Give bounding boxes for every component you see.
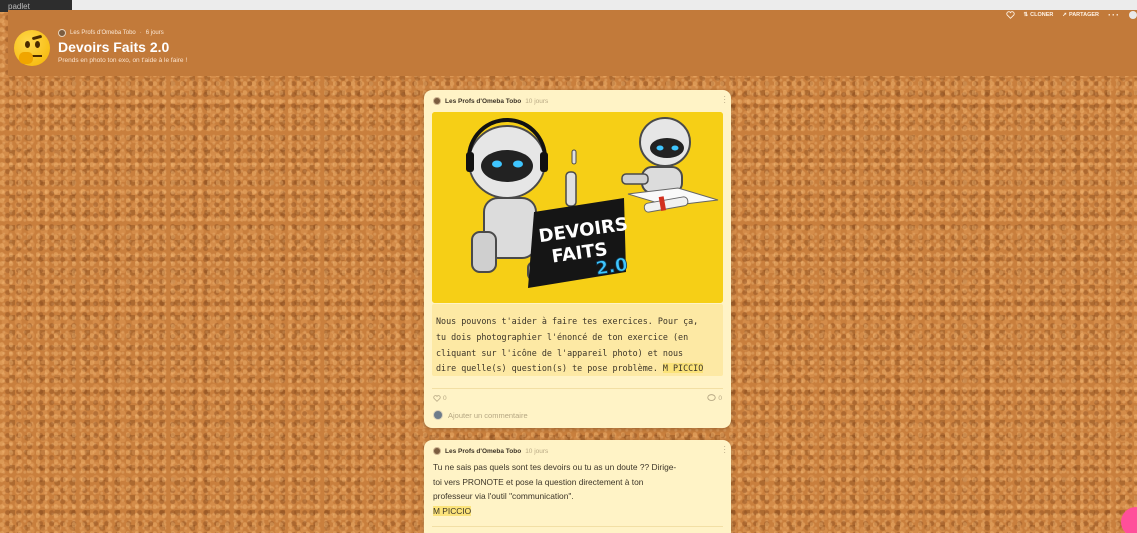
add-comment-row[interactable]: Ajouter un commentaire: [433, 410, 528, 420]
like-count: 0: [443, 394, 447, 402]
account-avatar[interactable]: [1129, 11, 1137, 19]
board-meta: Les Profs d'Omeba Tobo · 6 jours: [58, 29, 164, 37]
board-author[interactable]: Les Profs d'Omeba Tobo: [70, 30, 136, 36]
comment-count: 0: [718, 394, 722, 402]
post-footer: 0 0: [433, 394, 722, 402]
comment-count-button[interactable]: 0: [707, 394, 722, 402]
share-label: PARTAGER: [1068, 12, 1099, 18]
post-menu-icon[interactable]: · · ·: [723, 443, 726, 457]
post-age: 10 jours: [525, 447, 549, 455]
post-body-line: dire quelle(s) question(s) te pose probl…: [436, 361, 721, 377]
clone-label: CLONER: [1030, 12, 1054, 18]
post-menu-icon[interactable]: · · ·: [723, 93, 726, 107]
post-age: 10 jours: [525, 97, 549, 105]
board-title: Devoirs Faits 2.0: [58, 39, 170, 55]
post-body-line: tu dois photographier l'énoncé de ton ex…: [436, 331, 689, 342]
post-body-line: M PICCIO: [433, 504, 725, 519]
post-author: Les Profs d'Omeba Tobo: [445, 97, 522, 105]
board-age: 6 jours: [145, 30, 164, 36]
author-avatar: [433, 97, 441, 105]
share-icon: ➚: [1062, 12, 1067, 18]
post-signature: M PICCIO: [433, 505, 472, 516]
meta-separator: ·: [139, 30, 142, 36]
comment-icon: [707, 394, 717, 401]
heart-icon[interactable]: [1005, 11, 1015, 19]
header-actions: ⇅ CLONER ➚ PARTAGER ···: [1005, 11, 1137, 20]
post-body-line: professeur via l'outil "communication".: [433, 491, 574, 501]
board-header: ⇅ CLONER ➚ PARTAGER ··· Les Profs d'Omeb…: [8, 10, 1137, 76]
author-avatar[interactable]: [58, 29, 66, 37]
robots-illustration: DEVOIRS FAITS 2.0: [432, 112, 723, 303]
post-body-line: Tu ne sais pas quels sont tes devoirs ou…: [433, 462, 677, 472]
image-caption-badge: 2.0: [594, 254, 629, 279]
post-divider: [432, 388, 723, 389]
post-card[interactable]: Les Profs d'Omeba Tobo 10 jours · · · Tu n…: [424, 440, 731, 533]
author-avatar: [433, 447, 441, 455]
user-avatar: [433, 410, 443, 420]
post-card[interactable]: Les Profs d'Omeba Tobo 10 jours · · · DEVO…: [424, 90, 731, 428]
post-signature: M PICCIO: [662, 363, 704, 374]
post-author: Les Profs d'Omeba Tobo: [445, 447, 522, 455]
post-body: Nous pouvons t'aider à faire tes exercic…: [436, 314, 721, 377]
post-body-line: cliquant sur l'icône de l'appareil photo…: [436, 347, 684, 358]
add-comment-input[interactable]: Ajouter un commentaire: [448, 411, 528, 420]
post-divider: [432, 526, 723, 527]
post-body: Tu ne sais pas quels sont tes devoirs ou…: [433, 460, 725, 518]
like-button[interactable]: 0: [433, 394, 447, 402]
post-body-line-text: dire quelle(s) question(s) te pose probl…: [436, 363, 663, 374]
thinking-face-icon: [14, 30, 50, 66]
share-button[interactable]: ➚ PARTAGER: [1062, 12, 1099, 18]
post-body-line: Nous pouvons t'aider à faire tes exercic…: [436, 316, 699, 326]
heart-icon: [433, 394, 441, 402]
post-image[interactable]: DEVOIRS FAITS 2.0: [432, 112, 723, 303]
clone-button[interactable]: ⇅ CLONER: [1024, 12, 1054, 18]
post-body-line: toi vers PRONOTE et pose la question dir…: [433, 476, 644, 487]
more-options-icon[interactable]: ···: [1108, 11, 1120, 20]
board-description: Prends en photo ton exo, on t'aide à le …: [58, 57, 188, 64]
browser-top-strip: [0, 0, 1137, 10]
post-header: Les Profs d'Omeba Tobo 10 jours: [424, 440, 731, 455]
clone-icon: ⇅: [1023, 12, 1029, 18]
add-post-button[interactable]: [1121, 507, 1137, 533]
post-header: Les Profs d'Omeba Tobo 10 jours: [424, 90, 731, 105]
